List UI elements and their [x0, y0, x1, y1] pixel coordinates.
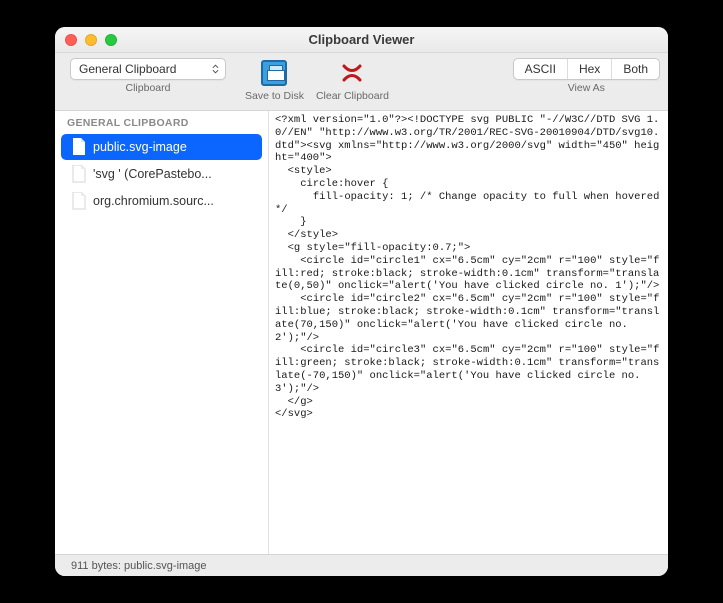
floppy-disk-icon: [261, 60, 287, 86]
close-window-button[interactable]: [65, 34, 77, 46]
zoom-window-button[interactable]: [105, 34, 117, 46]
save-label: Save to Disk: [245, 90, 304, 102]
window-controls: [55, 34, 117, 46]
sidebar-item-svg-corepasteboard[interactable]: 'svg ' (CorePastebo...: [61, 161, 262, 187]
app-window: Clipboard Viewer General Clipboard Clipb…: [55, 27, 668, 576]
viewas-hex-button[interactable]: Hex: [568, 59, 612, 79]
viewas-label: View As: [568, 82, 605, 94]
toolbar: General Clipboard Clipboard Save to Disk: [55, 53, 668, 111]
viewas-group: ASCII Hex Both View As: [513, 58, 660, 94]
x-icon: [339, 60, 365, 86]
sidebar-item-public-svg-image[interactable]: public.svg-image: [61, 134, 262, 160]
main-area: GENERAL CLIPBOARD public.svg-image 'svg …: [55, 111, 668, 554]
chevron-updown-icon: [208, 59, 222, 79]
sidebar-item-org-chromium-source[interactable]: org.chromium.sourc...: [61, 188, 262, 214]
save-group: Save to Disk: [245, 58, 304, 102]
clipboard-select[interactable]: General Clipboard: [70, 58, 226, 80]
titlebar: Clipboard Viewer: [55, 27, 668, 53]
viewas-ascii-button[interactable]: ASCII: [514, 59, 568, 79]
clear-label: Clear Clipboard: [316, 90, 389, 102]
sidebar-item-label: public.svg-image: [93, 140, 187, 154]
status-text: 911 bytes: public.svg-image: [71, 560, 207, 572]
minimize-window-button[interactable]: [85, 34, 97, 46]
window-title: Clipboard Viewer: [55, 32, 668, 47]
file-icon: [71, 192, 86, 210]
file-icon: [71, 138, 86, 156]
clear-clipboard-button[interactable]: [330, 58, 374, 88]
sidebar: GENERAL CLIPBOARD public.svg-image 'svg …: [55, 111, 269, 554]
sidebar-item-label: org.chromium.sourc...: [93, 194, 214, 208]
file-icon: [71, 165, 86, 183]
sidebar-item-label: 'svg ' (CorePastebo...: [93, 167, 212, 181]
clipboard-selector-label: Clipboard: [126, 82, 171, 94]
clear-group: Clear Clipboard: [316, 58, 389, 102]
sidebar-header: GENERAL CLIPBOARD: [55, 111, 268, 133]
save-to-disk-button[interactable]: [252, 58, 296, 88]
viewas-both-button[interactable]: Both: [612, 59, 659, 79]
content-view[interactable]: <?xml version="1.0"?><!DOCTYPE svg PUBLI…: [269, 111, 668, 554]
clipboard-selector-group: General Clipboard Clipboard: [63, 58, 233, 94]
clipboard-text: <?xml version="1.0"?><!DOCTYPE svg PUBLI…: [275, 114, 662, 421]
statusbar: 911 bytes: public.svg-image: [55, 554, 668, 576]
clipboard-select-value: General Clipboard: [79, 62, 176, 76]
viewas-segmented-control: ASCII Hex Both: [513, 58, 660, 80]
